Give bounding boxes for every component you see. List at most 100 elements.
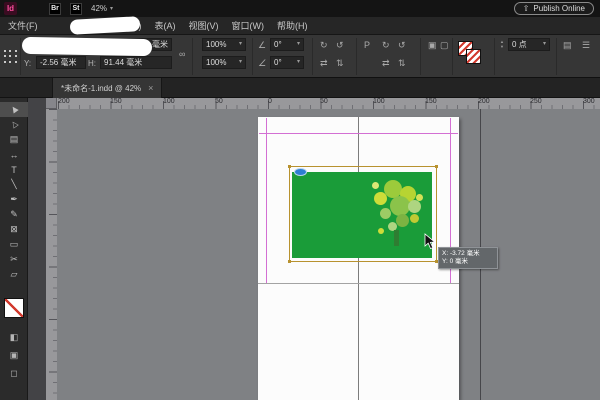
menu-help[interactable]: 帮助(H): [277, 19, 308, 32]
tooltip-x-value: X: -3.72 毫米: [442, 250, 494, 258]
pen-tool[interactable]: ✒: [0, 192, 28, 207]
rectangle-frame-tool[interactable]: ⊠: [0, 222, 28, 237]
constrain-link-icon[interactable]: ∞: [179, 48, 185, 60]
bridge-icon[interactable]: Br: [49, 3, 61, 15]
selection-tool[interactable]: ▶: [0, 102, 28, 117]
selection-tool-icon: ▶: [9, 104, 20, 114]
scale-y-field[interactable]: 100% ▾: [202, 56, 246, 69]
type-tool[interactable]: T: [0, 162, 28, 177]
flip-horizontal-icon[interactable]: ⇄: [382, 57, 390, 69]
indesign-logo-icon[interactable]: Id: [4, 2, 17, 15]
redaction-smudge: [22, 37, 152, 56]
drag-position-tooltip: X: -3.72 毫米 Y: 0 毫米: [438, 247, 498, 269]
chevron-down-icon[interactable]: ▾: [543, 39, 546, 50]
app-window: Id Br St 42% ▾ ⇧ Publish Online 文件(F) 象(…: [0, 0, 600, 400]
scale-y-value: 100%: [206, 57, 226, 68]
ruler-label: 50: [215, 98, 223, 105]
apply-color-icon: ▣: [10, 350, 19, 361]
direct-selection-tool[interactable]: ▷: [0, 117, 28, 132]
chevron-down-icon[interactable]: ▾: [239, 39, 242, 50]
ruler-label: 100: [163, 98, 175, 105]
direct-selection-tool-icon: ▷: [9, 119, 20, 129]
shear-field[interactable]: 0° ▾: [270, 56, 304, 69]
menu-table[interactable]: 表(A): [155, 19, 176, 32]
rotate-cw-icon[interactable]: ↻: [320, 39, 328, 51]
horizontal-ruler[interactable]: 200 150 100 50 0 50 100 150 200 250 300: [57, 98, 600, 109]
stroke-weight-value: 0 点: [512, 39, 527, 50]
ruler-corner[interactable]: [46, 98, 57, 109]
rotate-ccw-icon[interactable]: ↺: [398, 39, 406, 51]
document-tab[interactable]: *未命名-1.indd @ 42% ×: [52, 78, 162, 98]
chevron-down-icon[interactable]: ▾: [297, 57, 300, 68]
chevron-down-icon[interactable]: ▾: [297, 39, 300, 50]
stock-icon[interactable]: St: [70, 3, 82, 15]
stroke-swatch-none[interactable]: [466, 49, 481, 64]
line-tool-icon: ╲: [11, 179, 16, 190]
page-tool[interactable]: ▤: [0, 132, 28, 147]
rectangle-tool[interactable]: ▭: [0, 237, 28, 252]
rotation-field[interactable]: 0° ▾: [270, 38, 304, 51]
fill-stroke-none-swatch[interactable]: [4, 298, 24, 318]
frame-handle[interactable]: [435, 165, 438, 168]
rotation-angle-icon: ∠: [258, 39, 266, 51]
y-position-field[interactable]: -2.56 毫米: [36, 56, 86, 69]
frame-handle[interactable]: [288, 165, 291, 168]
scale-x-field[interactable]: 100% ▾: [202, 38, 246, 51]
publish-online-button[interactable]: ⇧ Publish Online: [514, 2, 594, 15]
publish-online-label: Publish Online: [533, 4, 585, 13]
formatting-container-icon: ◧: [10, 332, 19, 343]
rotate-ccw-icon[interactable]: ↺: [336, 39, 344, 51]
ruler-label: 200: [58, 98, 70, 105]
flip-vertical-icon[interactable]: ⇅: [336, 57, 344, 69]
line-tool[interactable]: ╲: [0, 177, 28, 192]
flip-vertical-icon[interactable]: ⇅: [398, 57, 406, 69]
gap-tool-icon: ↔: [10, 150, 19, 160]
stroke-weight-field[interactable]: 0 点 ▾: [508, 38, 550, 51]
free-transform-tool[interactable]: ▱: [0, 267, 28, 282]
chevron-down-icon[interactable]: ▾: [239, 57, 242, 68]
screen-mode-button[interactable]: ◻: [0, 366, 28, 380]
reference-relative-icon[interactable]: P: [364, 39, 370, 51]
ruler-label: 100: [373, 98, 385, 105]
type-tool-icon: T: [11, 165, 17, 175]
menu-view[interactable]: 视图(V): [189, 19, 219, 32]
menu-file[interactable]: 文件(F): [8, 19, 38, 32]
zoom-level-dropdown[interactable]: 42% ▾: [91, 4, 113, 13]
apply-color-button[interactable]: ▣: [0, 348, 28, 362]
spread-divider-line: [258, 283, 459, 284]
formatting-container-button[interactable]: ◧: [0, 330, 28, 344]
page-tool-icon: ▤: [10, 134, 19, 145]
chevron-down-icon: ▾: [110, 5, 113, 12]
ruler-label: 50: [320, 98, 328, 105]
mouse-cursor-icon: [424, 233, 436, 250]
selection-frame[interactable]: [289, 166, 437, 262]
frame-handle[interactable]: [288, 260, 291, 263]
ruler-label: 150: [425, 98, 437, 105]
stepper-down-icon[interactable]: ▼: [500, 45, 504, 49]
select-content-icon[interactable]: ▢: [440, 39, 449, 51]
ruler-label: 200: [478, 98, 490, 105]
panel-menu-icon[interactable]: ☰: [582, 39, 590, 51]
rotate-cw-icon[interactable]: ↻: [382, 39, 390, 51]
panel-grid-icon[interactable]: ▤: [563, 39, 572, 51]
ruler-label: 0: [268, 98, 272, 105]
rectangle-frame-tool-icon: ⊠: [10, 224, 18, 235]
gap-tool[interactable]: ↔: [0, 147, 28, 162]
pencil-tool-icon: ✎: [10, 209, 18, 220]
tooltip-y-value: Y: 0 毫米: [442, 258, 494, 266]
menu-window[interactable]: 窗口(W): [232, 19, 265, 32]
select-container-icon[interactable]: ▣: [428, 39, 437, 51]
scissors-tool[interactable]: ✂: [0, 252, 28, 267]
height-field[interactable]: 91.44 毫米: [100, 56, 172, 69]
flip-horizontal-icon[interactable]: ⇄: [320, 57, 328, 69]
pen-tool-icon: ✒: [10, 194, 18, 205]
close-icon[interactable]: ×: [148, 83, 153, 93]
margin-guide-top[interactable]: [259, 133, 458, 134]
vertical-ruler[interactable]: [46, 109, 57, 400]
reference-point-proxy[interactable]: [4, 50, 18, 64]
margin-guide-left[interactable]: [266, 118, 267, 283]
pencil-tool[interactable]: ✎: [0, 207, 28, 222]
rotation-value: 0°: [274, 39, 282, 50]
application-bar: Id Br St 42% ▾ ⇧ Publish Online: [0, 0, 600, 17]
document-tab-title: *未命名-1.indd @ 42%: [61, 83, 141, 94]
